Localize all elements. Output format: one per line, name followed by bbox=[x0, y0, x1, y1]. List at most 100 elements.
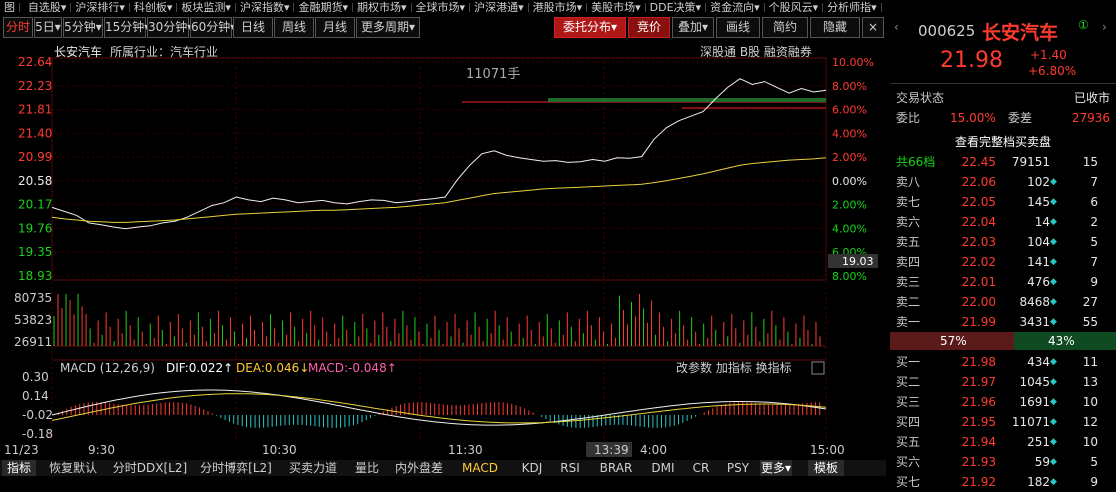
order-marker-icon: ◆ bbox=[1050, 477, 1057, 487]
chart-option-5[interactable]: 隐藏 bbox=[810, 17, 860, 38]
nav-item-8[interactable]: 沪深港通▾ bbox=[470, 2, 529, 12]
volume-tick: 26911 bbox=[14, 335, 52, 349]
ask-row: 卖七 22.05 145 ◆ 6 bbox=[890, 192, 1116, 212]
chart-area[interactable]: 22.64 22.23 21.81 21.40 20.99 20.58 20.17 19.76… bbox=[0, 40, 886, 460]
price-tick: 21.40 bbox=[18, 126, 52, 140]
nav-icon[interactable]: 图 bbox=[0, 2, 20, 12]
bid-row: 买七 21.92 182 ◆ 9 bbox=[890, 472, 1116, 492]
full-book-link[interactable]: 查看完整档买卖盘 bbox=[890, 132, 1116, 152]
indicator-tab-14[interactable]: 更多▾ bbox=[760, 460, 792, 476]
buy-sell-ratio-bar: 57% 43% bbox=[890, 332, 1116, 350]
ask-row: 卖一 21.99 3431 ◆ 55 bbox=[890, 312, 1116, 332]
nav-item-14[interactable]: 分析师指▾ bbox=[823, 2, 882, 12]
price-change: +1.40 bbox=[1030, 48, 1067, 62]
nav-item-10[interactable]: 美股市场▾ bbox=[587, 2, 646, 12]
price-tick: 22.64 bbox=[18, 55, 52, 69]
nav-item-0[interactable]: 自选股▾ bbox=[24, 2, 72, 12]
period-tab-1[interactable]: 5日▾ bbox=[34, 17, 62, 38]
chart-industry: 所属行业：汽车行业 bbox=[110, 44, 218, 59]
chart-option-0[interactable]: 委托分布▾ bbox=[554, 17, 626, 38]
time-tick: 10:30 bbox=[262, 443, 297, 457]
nav-item-9[interactable]: 港股市场▾ bbox=[529, 2, 588, 12]
macd-tick: -0.18 bbox=[22, 427, 53, 441]
chart-option-4[interactable]: 简约 bbox=[762, 17, 808, 38]
volume-note: 11071手 bbox=[466, 67, 520, 82]
indicator-tab-6[interactable]: 内外盘差 bbox=[390, 460, 448, 476]
order-wall bbox=[548, 98, 826, 102]
time-tick: 15:00 bbox=[810, 443, 845, 457]
price-tick: 20.99 bbox=[18, 150, 52, 164]
nav-item-6[interactable]: 期权市场▾ bbox=[353, 2, 412, 12]
period-tab-6[interactable]: 日线 bbox=[233, 17, 273, 38]
period-tab-8[interactable]: 月线 bbox=[315, 17, 355, 38]
order-marker-icon: ◆ bbox=[1050, 377, 1057, 387]
indicator-tab-3[interactable]: 分时博弈[L2] bbox=[194, 460, 278, 476]
volume-tick: 80735 bbox=[14, 291, 52, 305]
nav-item-3[interactable]: 板块监测▾ bbox=[177, 2, 236, 12]
indicator-tab-11[interactable]: DMI bbox=[644, 460, 682, 476]
macd-label: MACD (12,26,9) bbox=[60, 361, 155, 375]
chart-option-3[interactable]: 画线 bbox=[716, 17, 760, 38]
nav-item-12[interactable]: 资金流向▾ bbox=[706, 2, 765, 12]
indicator-tab-13[interactable]: PSY bbox=[720, 460, 756, 476]
intraday-chart[interactable]: 22.64 22.23 21.81 21.40 20.99 20.58 20.17 19.76… bbox=[0, 40, 886, 460]
time-tick: 11/23 bbox=[4, 443, 39, 457]
order-marker-icon: ◆ bbox=[1050, 197, 1057, 207]
pct-tick: 0.00% bbox=[832, 175, 867, 188]
ask-row: 卖八 22.06 102 ◆ 7 bbox=[890, 172, 1116, 192]
order-marker-icon: ◆ bbox=[1050, 457, 1057, 467]
time-tick: 4:00 bbox=[640, 443, 667, 457]
price-tick: 19.76 bbox=[18, 221, 52, 235]
nav-item-4[interactable]: 沪深指数▾ bbox=[236, 2, 295, 12]
ask-row: 卖四 22.02 141 ◆ 7 bbox=[890, 252, 1116, 272]
price-tick: 19.35 bbox=[18, 245, 52, 259]
period-tab-5[interactable]: 60分钟▾ bbox=[190, 17, 236, 38]
indicator-tab-2[interactable]: 分时DDX[L2] bbox=[110, 460, 190, 476]
nav-item-1[interactable]: 沪深排行▾ bbox=[71, 2, 130, 12]
prev-arrow-icon[interactable]: ‹ bbox=[894, 20, 899, 34]
chart-toolbar: 分时 5日▾ 5分钟▾ 15分钟▾ 30分钟▾ 60分钟▾ 日线 周线 月线 更多周期▾ 委托分布▾… bbox=[0, 14, 886, 40]
period-tab-2[interactable]: 5分钟▾ bbox=[63, 17, 103, 38]
indicator-tab-7[interactable]: MACD bbox=[452, 460, 508, 476]
nav-item-7[interactable]: 全球市场▾ bbox=[412, 2, 471, 12]
template-button[interactable]: 模板 bbox=[808, 460, 844, 476]
time-tick: 9:30 bbox=[88, 443, 115, 457]
cursor-price: 19.03 bbox=[842, 255, 874, 268]
chart-option-1[interactable]: 竞价 bbox=[628, 17, 670, 38]
macd-dif: DIF:0.022↑ bbox=[166, 361, 233, 375]
order-marker-icon: ◆ bbox=[1050, 217, 1057, 227]
close-icon[interactable]: × bbox=[862, 17, 884, 38]
nav-item-11[interactable]: DDE决策▾ bbox=[646, 2, 707, 12]
price-tick: 20.58 bbox=[18, 174, 52, 188]
chart-option-2[interactable]: 叠加▾ bbox=[672, 17, 714, 38]
period-tab-7[interactable]: 周线 bbox=[274, 17, 314, 38]
indicator-tab-4[interactable]: 买卖力道 bbox=[282, 460, 344, 476]
indicator-tab-8[interactable]: KDJ bbox=[516, 460, 548, 476]
chart-tags: 深股通 B股 融资融券 bbox=[700, 44, 812, 59]
macd-tick: 0.30 bbox=[22, 370, 49, 384]
indicator-tab-1[interactable]: 恢复默认 bbox=[40, 460, 106, 476]
last-price: 21.98 bbox=[940, 48, 1003, 73]
period-tab-9[interactable]: 更多周期▾ bbox=[356, 17, 420, 38]
nav-item-2[interactable]: 科创板▾ bbox=[130, 2, 178, 12]
stock-code: 000625 bbox=[918, 22, 976, 40]
order-marker-icon: ◆ bbox=[1050, 277, 1057, 287]
nav-item-5[interactable]: 金融期货▾ bbox=[294, 2, 354, 12]
ask-row: 卖二 22.00 8468 ◆ 27 bbox=[890, 292, 1116, 312]
order-marker-icon: ◆ bbox=[1050, 297, 1057, 307]
period-tab-4[interactable]: 30分钟▾ bbox=[147, 17, 193, 38]
period-tab-0[interactable]: 分时 bbox=[3, 17, 33, 38]
indicator-tab-9[interactable]: RSI bbox=[552, 460, 588, 476]
pct-tick: 2.00% bbox=[832, 151, 867, 164]
avg-price-line bbox=[51, 157, 827, 223]
pct-tick: 8.00% bbox=[832, 80, 867, 93]
pct-tick: 10.00% bbox=[832, 56, 874, 69]
indicator-tab-0[interactable]: 指标 bbox=[2, 460, 36, 476]
indicator-tab-5[interactable]: 量比 bbox=[348, 460, 386, 476]
chart-stock-name: 长安汽车 bbox=[54, 44, 102, 59]
nav-item-13[interactable]: 个股风云▾ bbox=[765, 2, 824, 12]
period-tab-3[interactable]: 15分钟▾ bbox=[104, 17, 150, 38]
indicator-tab-10[interactable]: BRAR bbox=[592, 460, 640, 476]
indicator-tab-12[interactable]: CR bbox=[686, 460, 716, 476]
next-arrow-icon[interactable]: › bbox=[1102, 20, 1107, 34]
